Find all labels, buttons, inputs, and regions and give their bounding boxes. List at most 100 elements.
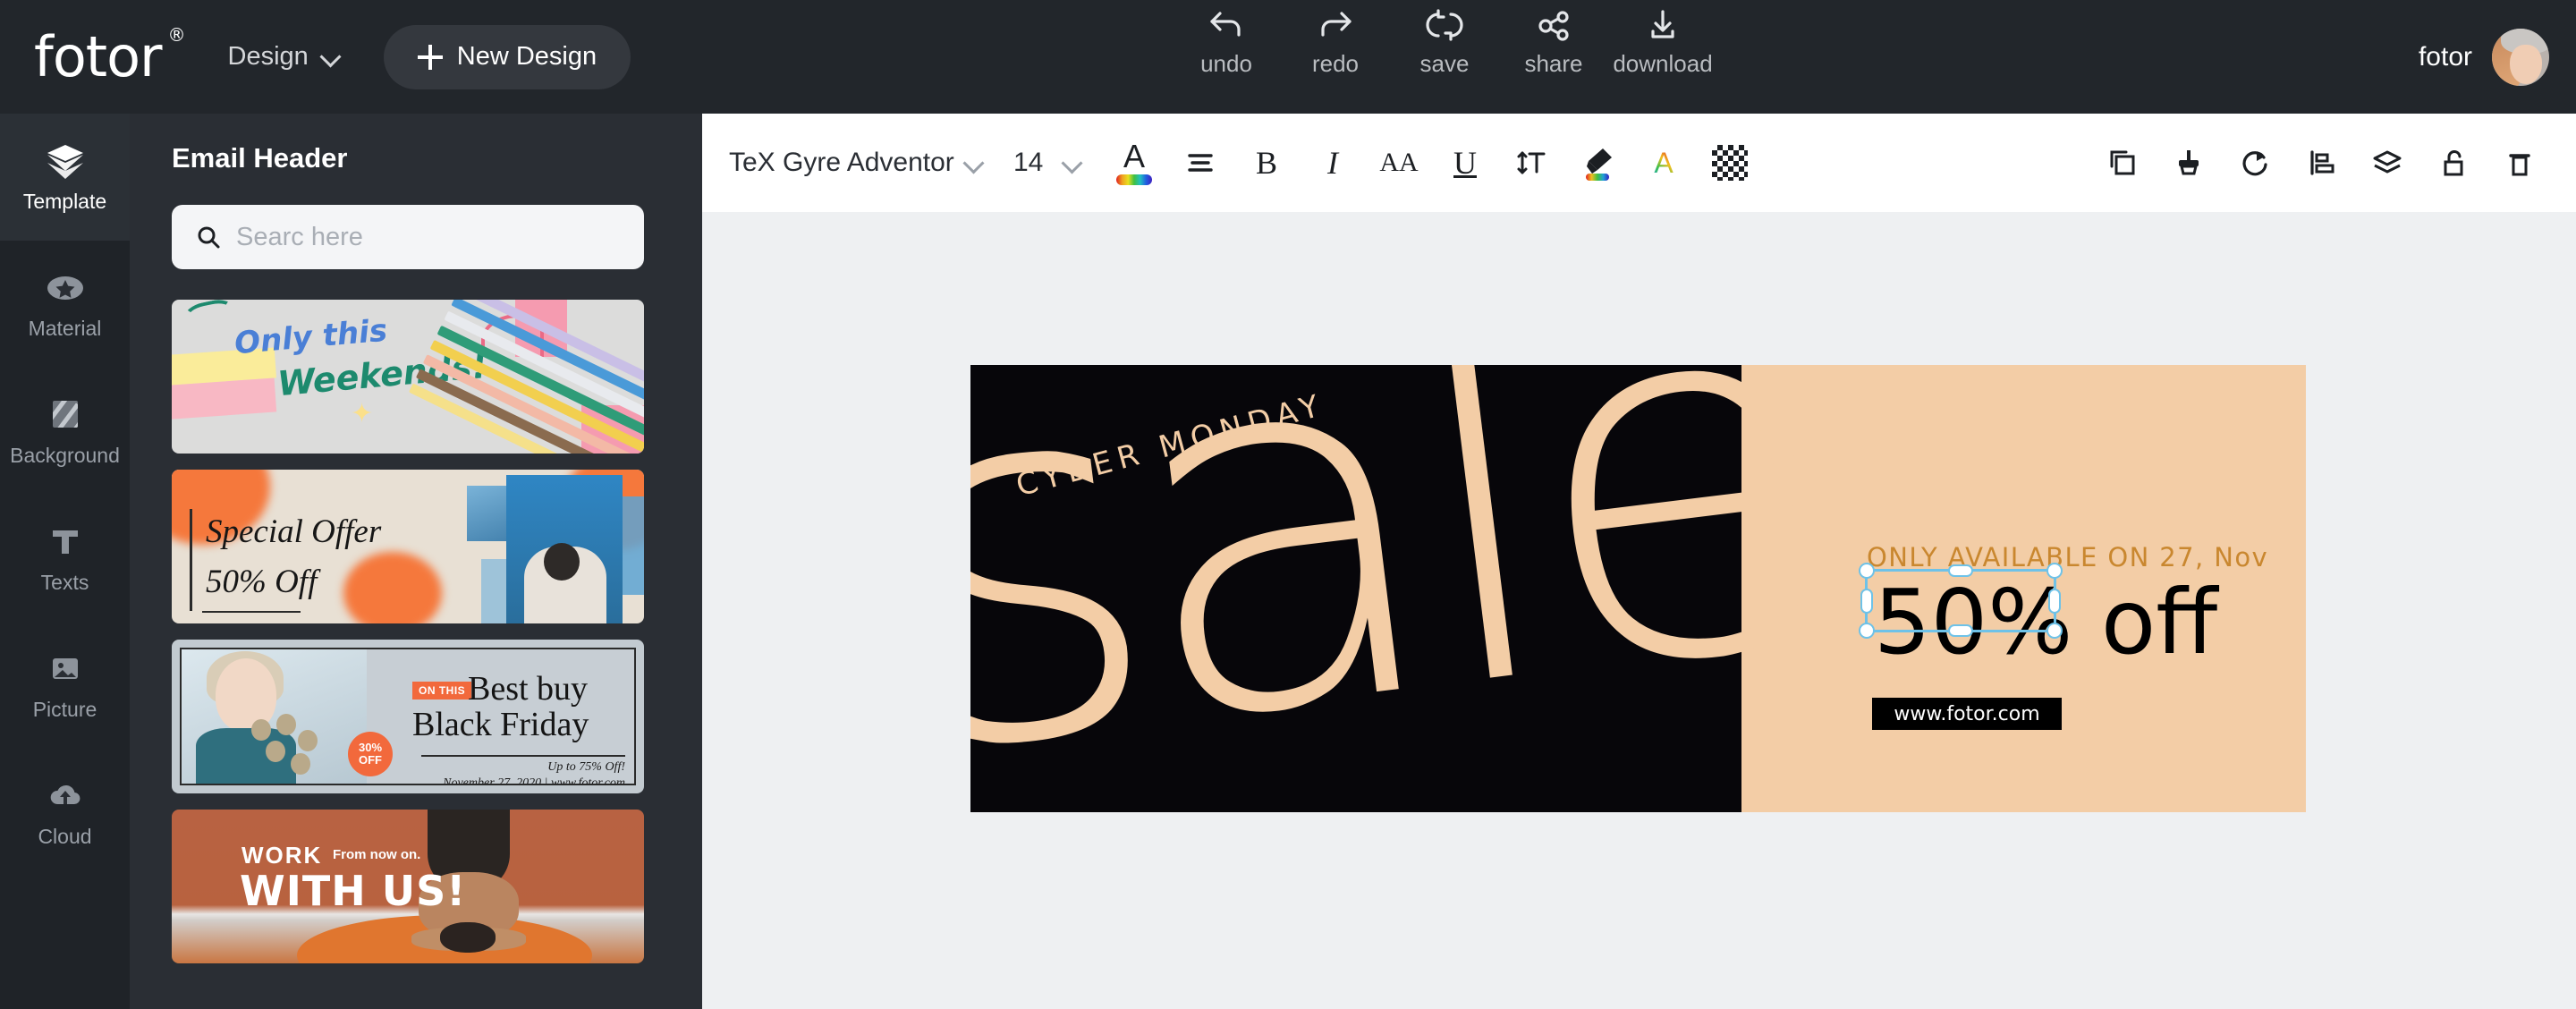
letter-case-icon: AA (1379, 148, 1419, 177)
duplicate-button[interactable] (2089, 130, 2156, 196)
rotate-cw-icon (2242, 151, 2267, 176)
plus-icon (417, 44, 443, 70)
line-spacing-icon (1517, 151, 1546, 174)
text-color-icon: A (1114, 140, 1154, 185)
template4-line2: From now on. (333, 847, 421, 862)
share-label: share (1524, 50, 1583, 77)
flowers-illustration (246, 714, 344, 784)
template2-line1: Special Offer (206, 513, 382, 550)
design-menu[interactable]: Design (228, 42, 341, 72)
layers-button[interactable] (2354, 130, 2420, 196)
align-left-objects-icon (2310, 150, 2334, 175)
template3-sub1: Up to 75% Off! (547, 760, 625, 774)
search-box[interactable] (172, 205, 644, 269)
sidebar-item-texts[interactable]: Texts (0, 495, 130, 622)
sidebar-label-template: Template (22, 189, 107, 213)
font-family-select[interactable]: TeX Gyre Adventor (729, 148, 963, 178)
template3-frame: 30% OFF ON THIS Best buy Black Friday Up… (180, 648, 636, 785)
template1-line1: Only this (233, 312, 389, 362)
sidebar-label-cloud: Cloud (38, 824, 92, 848)
object-actions (2089, 130, 2576, 196)
unlock-icon (2444, 150, 2463, 176)
template-item-special-offer[interactable]: Special Offer 50% Off (172, 470, 644, 623)
user-area[interactable]: fotor (2419, 0, 2549, 114)
bold-button[interactable]: B (1233, 130, 1300, 196)
template-item-best-buy-black-friday[interactable]: 30% OFF ON THIS Best buy Black Friday Up… (172, 640, 644, 793)
redo-label: redo (1311, 50, 1360, 77)
orange-blob-2 (343, 552, 442, 623)
checkerboard-icon (1712, 145, 1748, 181)
redo-button[interactable]: redo (1281, 7, 1390, 78)
align-button[interactable] (1167, 130, 1233, 196)
website-bar[interactable]: www.fotor.com (1872, 698, 2062, 730)
font-family-chevron-down-icon[interactable] (963, 152, 985, 174)
sidebar-item-picture[interactable]: Picture (0, 622, 130, 749)
pink-stripe (172, 377, 277, 420)
availability-text[interactable]: ONLY AVAILABLE ON 27, Nov (1867, 542, 2268, 572)
sidebar-label-picture: Picture (32, 697, 97, 721)
template4-line3: WITH US! (240, 867, 467, 915)
undo-label: undo (1200, 50, 1252, 77)
sidebar-item-template[interactable]: Template (0, 114, 130, 241)
design-canvas[interactable]: sale CYBER MONDAY ONLY AVAILABLE ON 27, … (970, 365, 2306, 812)
avatar-face (2510, 44, 2542, 84)
text-t-icon (52, 530, 78, 554)
format-painter-button[interactable] (2156, 130, 2222, 196)
align-objects-button[interactable] (2288, 130, 2354, 196)
font-size-chevron-down-icon[interactable] (1062, 152, 1083, 174)
letter-case-button[interactable]: AA (1366, 130, 1432, 196)
lock-button[interactable] (2420, 130, 2487, 196)
fotor-logo[interactable]: fotor ® (34, 26, 186, 85)
italic-button[interactable]: I (1300, 130, 1366, 196)
chevron-down-icon (321, 47, 341, 67)
share-icon (1538, 11, 1569, 41)
undo-button[interactable]: undo (1172, 7, 1281, 78)
sparkle-icon: ✦ (351, 399, 374, 428)
brush-icon (2179, 150, 2199, 175)
vertical-rule (190, 509, 192, 611)
template-item-only-this-weekends[interactable]: Only this Weekends! ✦ (172, 300, 644, 454)
share-button[interactable]: share (1499, 7, 1608, 78)
delete-button[interactable] (2487, 130, 2553, 196)
save-button[interactable]: save (1390, 7, 1499, 78)
template-item-work-with-us[interactable]: WORK From now on. WITH US! (172, 810, 644, 963)
layers-stack-icon (2373, 150, 2402, 174)
color-gradient-bar (1116, 174, 1152, 185)
rotate-button[interactable] (2222, 130, 2288, 196)
star-icon (47, 276, 83, 300)
canvas-area[interactable]: sale CYBER MONDAY ONLY AVAILABLE ON 27, … (702, 212, 2576, 1009)
sidebar-label-texts: Texts (40, 570, 89, 594)
new-design-button[interactable]: New Design (383, 24, 631, 89)
highlighter-button[interactable] (1564, 130, 1631, 196)
undo-icon (1210, 12, 1241, 37)
font-size-select[interactable]: 14 (1013, 148, 1062, 178)
template-list: Only this Weekends! ✦ Special Offer 50% (172, 300, 644, 963)
template3-sub2: November 27, 2020 | www.fotor.com (443, 776, 625, 785)
left-rail: Template Material Background Texts Pictu… (0, 114, 130, 1009)
avatar[interactable] (2492, 28, 2549, 86)
layers-icon (47, 144, 83, 179)
text-color-button[interactable]: A (1101, 130, 1167, 196)
horizontal-rule (421, 755, 625, 757)
stripes-icon (52, 400, 78, 428)
sidebar-item-background[interactable]: Background (0, 368, 130, 495)
sidebar-item-material[interactable]: Material (0, 241, 130, 368)
design-menu-label: Design (227, 42, 309, 71)
download-button[interactable]: download (1608, 7, 1717, 78)
search-input[interactable] (236, 222, 621, 252)
highlighter-icon (1586, 148, 1612, 181)
green-squiggle-icon (182, 300, 237, 330)
copy-icon (2110, 150, 2135, 175)
sidebar-label-background: Background (10, 443, 120, 467)
underline-button[interactable]: U (1432, 130, 1498, 196)
line-spacing-button[interactable] (1498, 130, 1564, 196)
sidebar-item-cloud[interactable]: Cloud (0, 749, 130, 876)
discount-text[interactable]: 50% off (1874, 578, 2217, 667)
website-text: www.fotor.com (1894, 702, 2040, 725)
transparency-button[interactable] (1697, 130, 1763, 196)
gradient-a-icon: A (1654, 147, 1674, 179)
trash-icon (2509, 154, 2530, 176)
gradient-text-button[interactable]: A (1631, 130, 1697, 196)
user-name: fotor (2418, 41, 2472, 72)
big-sale-word[interactable]: sale (970, 365, 1850, 812)
